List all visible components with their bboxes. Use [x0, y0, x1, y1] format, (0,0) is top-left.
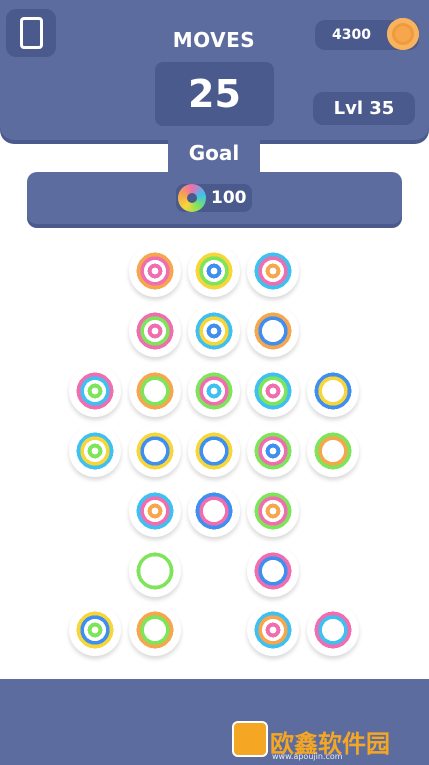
ring-stack[interactable]	[129, 245, 181, 297]
ring-stack[interactable]	[69, 425, 121, 477]
ring-stack[interactable]	[129, 365, 181, 417]
ring-stack[interactable]	[247, 365, 299, 417]
ring-stack[interactable]	[188, 245, 240, 297]
ring-stack[interactable]	[129, 545, 181, 597]
ring-stack[interactable]	[188, 365, 240, 417]
ring-stack[interactable]	[247, 425, 299, 477]
ring-stack[interactable]	[247, 485, 299, 537]
ring-stack[interactable]	[129, 425, 181, 477]
ring-stack[interactable]	[188, 305, 240, 357]
ring-stack[interactable]	[188, 425, 240, 477]
ring-board	[0, 0, 429, 765]
ring-stack[interactable]	[69, 365, 121, 417]
ring-stack[interactable]	[188, 485, 240, 537]
ring-stack[interactable]	[129, 485, 181, 537]
ring-stack[interactable]	[247, 305, 299, 357]
ring-stack[interactable]	[247, 604, 299, 656]
ring-stack[interactable]	[69, 604, 121, 656]
ring-stack[interactable]	[307, 604, 359, 656]
watermark-logo-icon	[232, 721, 268, 757]
watermark-url: www.apoujin.com	[272, 752, 343, 761]
ring-stack[interactable]	[129, 604, 181, 656]
ring-stack[interactable]	[247, 545, 299, 597]
ring-stack[interactable]	[307, 365, 359, 417]
ring-stack[interactable]	[307, 425, 359, 477]
ring-stack[interactable]	[247, 245, 299, 297]
ring-stack[interactable]	[129, 305, 181, 357]
